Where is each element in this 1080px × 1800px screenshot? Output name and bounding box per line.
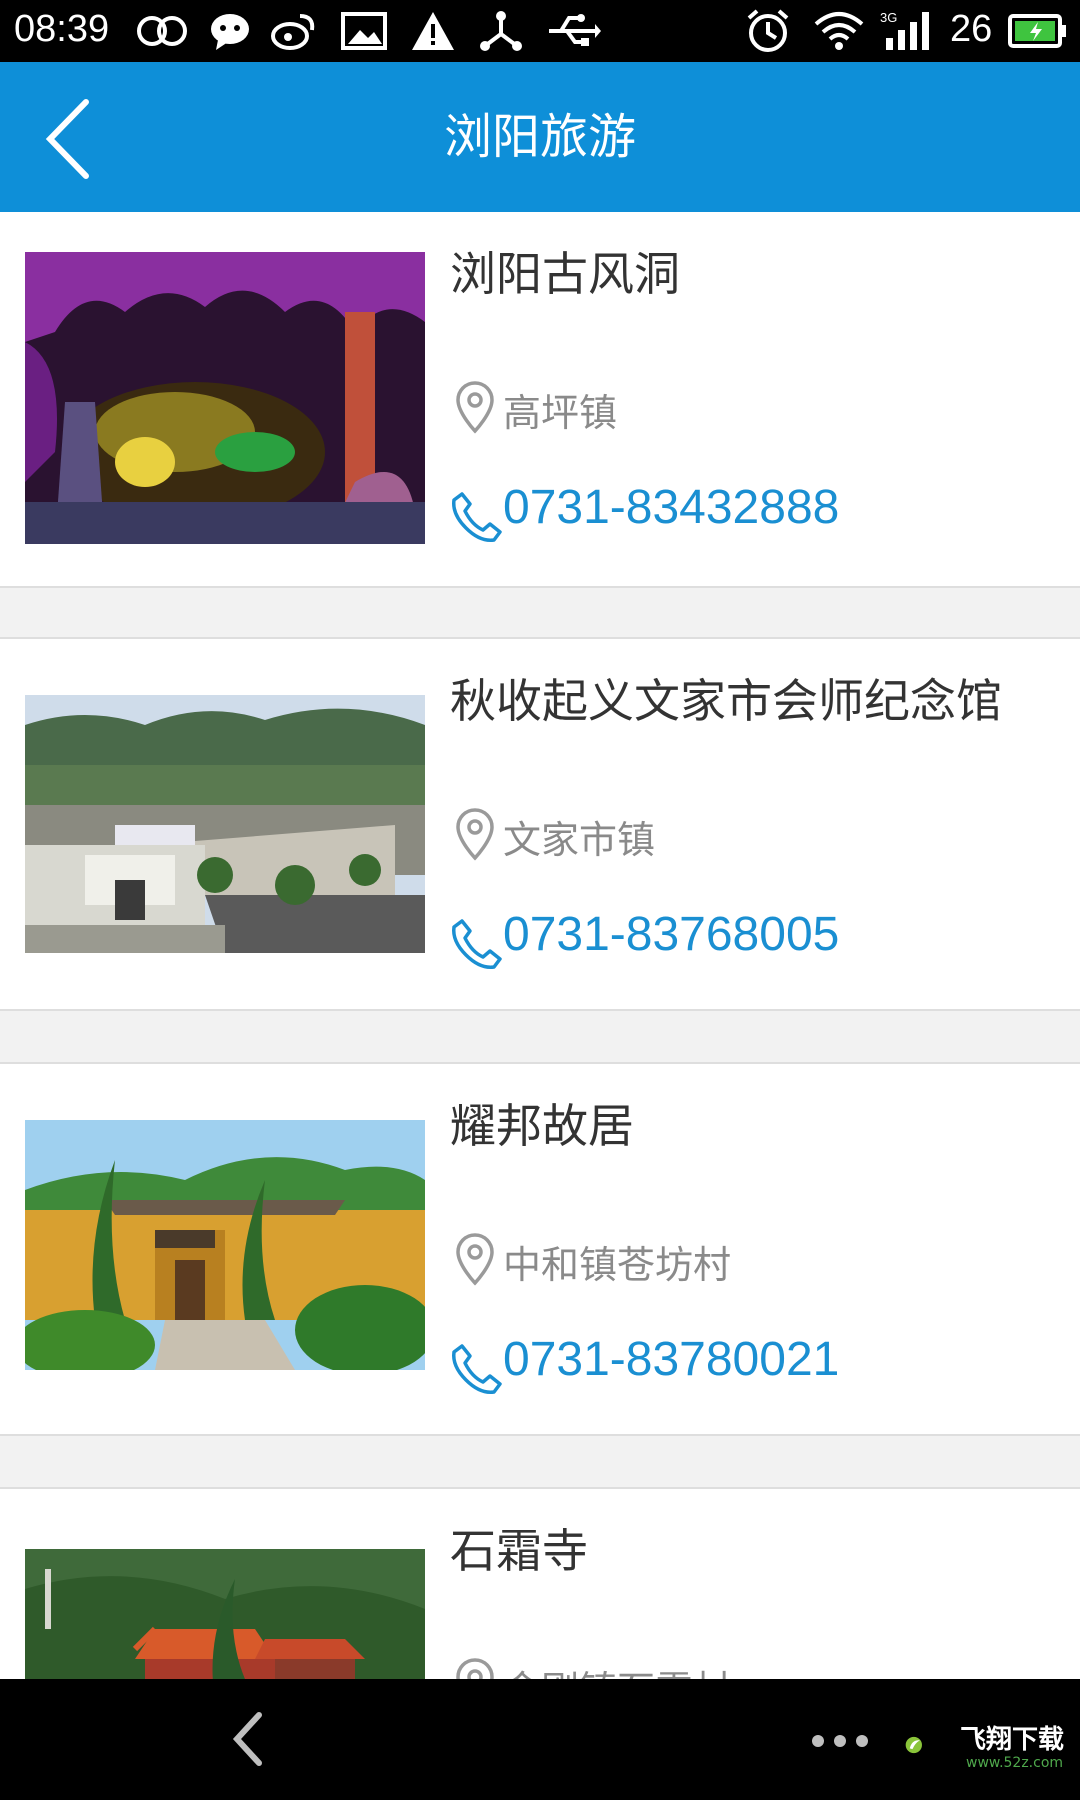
- attraction-list[interactable]: 浏阳古风洞 高坪镇 0731-83432888 秋收起义文家市会师纪念馆 文家市…: [0, 212, 1080, 1679]
- watermark-logo-icon: [905, 1736, 922, 1754]
- watermark-text: 飞翔下载: [960, 1725, 1065, 1755]
- phone-icon[interactable]: [450, 490, 504, 544]
- network-icon: [480, 11, 522, 51]
- place-location: 金刚镇石霜村: [503, 1659, 731, 1679]
- status-bar: 08:39 3G 26: [0, 0, 1080, 62]
- back-arrow-icon[interactable]: [225, 1709, 275, 1769]
- list-item[interactable]: 秋收起义文家市会师纪念馆 文家市镇 0731-83768005: [0, 637, 1080, 1011]
- memorial-photo: [25, 695, 425, 953]
- usb-icon: [549, 14, 601, 46]
- phone-icon[interactable]: [450, 1342, 504, 1396]
- wifi-icon: [814, 12, 864, 50]
- place-phone[interactable]: 0731-83768005: [503, 907, 839, 962]
- location-pin-icon: [456, 381, 494, 434]
- weibo-icon: [271, 14, 315, 50]
- cave-photo: [25, 252, 425, 544]
- chat-bubble-icon: [211, 14, 249, 50]
- location-pin-icon: [456, 1658, 494, 1679]
- app-bar: 浏阳旅游: [0, 62, 1080, 212]
- place-phone[interactable]: 0731-83780021: [503, 1332, 839, 1387]
- alarm-icon: [747, 9, 789, 52]
- location-pin-icon: [456, 808, 494, 861]
- battery-charging-icon: [1008, 14, 1066, 48]
- svg-text:3G: 3G: [880, 10, 897, 25]
- place-name: 秋收起义文家市会师纪念馆: [450, 674, 1002, 728]
- warning-icon: [412, 12, 454, 50]
- more-dots-icon[interactable]: [810, 1733, 870, 1749]
- place-location: 高坪镇: [503, 391, 618, 435]
- phone-icon[interactable]: [450, 917, 504, 971]
- page-title: 浏阳旅游: [443, 109, 636, 165]
- residence-photo: [25, 1120, 425, 1370]
- list-item[interactable]: 浏阳古风洞 高坪镇 0731-83432888: [0, 212, 1080, 588]
- place-name: 浏阳古风洞: [450, 247, 680, 301]
- place-location: 中和镇苍坊村: [503, 1243, 732, 1287]
- list-item[interactable]: 耀邦故居 中和镇苍坊村 0731-83780021: [0, 1062, 1080, 1436]
- navigation-bar: 飞翔下载 www.52z.com: [0, 1679, 1080, 1800]
- place-name: 石霜寺: [450, 1524, 588, 1578]
- watermark-subtext: www.52z.com: [966, 1755, 1064, 1771]
- list-item[interactable]: 石霜寺 金刚镇石霜村: [0, 1487, 1080, 1679]
- temple-photo: [25, 1549, 425, 1679]
- signal-3g-icon: 3G: [880, 10, 929, 50]
- place-name: 耀邦故居: [450, 1099, 634, 1153]
- status-time: 08:39: [14, 8, 110, 50]
- battery-level: 26: [950, 8, 993, 50]
- image-icon: [341, 12, 387, 50]
- infinity-icon: [137, 16, 187, 46]
- place-phone[interactable]: 0731-83432888: [503, 480, 839, 535]
- location-pin-icon: [456, 1233, 494, 1286]
- place-location: 文家市镇: [503, 818, 656, 862]
